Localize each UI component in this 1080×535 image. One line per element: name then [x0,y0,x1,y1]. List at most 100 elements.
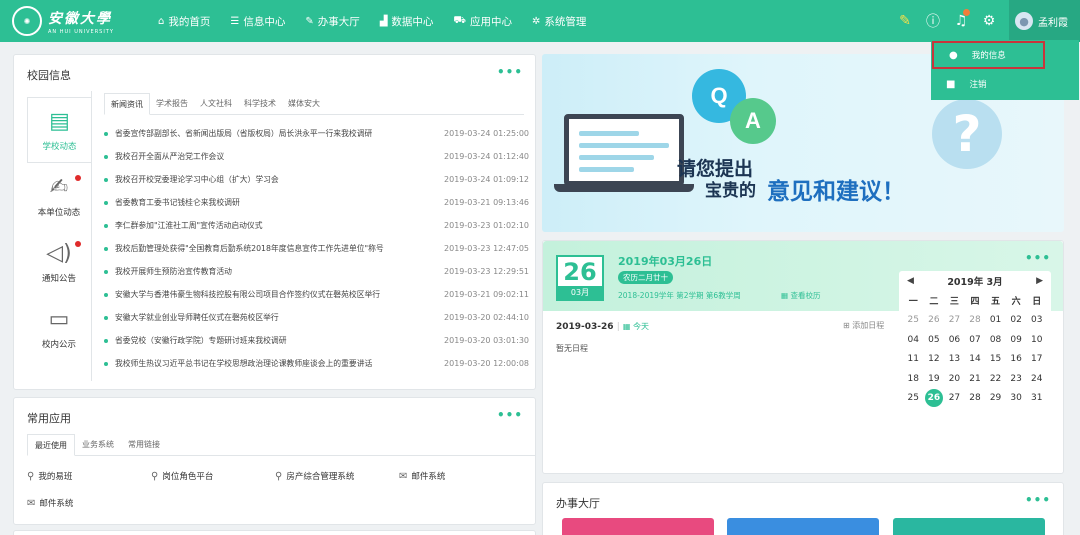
service-tile[interactable] [727,518,879,535]
calendar-day[interactable]: 08 [985,330,1006,350]
service-tile[interactable] [893,518,1045,535]
list-item[interactable]: 安徽大学与香港伟豪生物科技控股有限公司项目合作签约仪式在磬苑校区举行 2019-0… [104,283,529,306]
note-icon[interactable]: ✎ [891,0,919,42]
side-tab-unit-news[interactable]: ✍ 本单位动态 [27,163,91,229]
more-icon[interactable]: ••• [497,65,523,79]
tab-links[interactable]: 常用链接 [121,434,167,455]
news-title[interactable]: 省委教育工委书记钱桂仑来我校调研 [115,197,435,208]
calendar-day[interactable]: 01 [985,311,1006,331]
menu-logout[interactable]: ■ 注销 [931,70,1079,98]
news-title[interactable]: 省委宣传部副部长、省新闻出版局（省版权局）局长洪永平一行来我校调研 [115,128,435,139]
calendar-day[interactable]: 18 [903,369,924,389]
calendar-day[interactable]: 27 [944,389,965,409]
app-yiban[interactable]: ⚲ 我的易班 [27,470,72,483]
nav-home[interactable]: ⌂ 我的首页 [158,14,210,29]
calendar-day[interactable]: 29 [985,389,1006,409]
news-title[interactable]: 安徽大学就业创业导师聘任仪式在磬苑校区举行 [115,312,435,323]
calendar-day[interactable]: 04 [903,330,924,350]
calendar-day[interactable]: 13 [944,350,965,370]
more-icon[interactable]: ••• [1025,251,1051,265]
tab-business[interactable]: 业务系统 [75,434,121,455]
list-item[interactable]: 我校召开全面从严治党工作会议 2019-03-24 01:12:40 [104,145,529,168]
list-item[interactable]: 省委宣传部副部长、省新闻出版局（省版权局）局长洪永平一行来我校调研 2019-03… [104,122,529,145]
app-mail-system-2[interactable]: ✉ 邮件系统 [27,497,73,510]
side-tab-school-news[interactable]: ▤ 学校动态 [27,97,91,163]
today-button[interactable]: ▦ 今天 [623,322,649,331]
tab-news[interactable]: 新闻资讯 [104,93,150,115]
calendar-day[interactable]: 16 [1006,350,1027,370]
help-icon[interactable]: ⓘ [919,0,947,42]
user-menu-toggle[interactable]: ● 孟利霞 [1009,0,1080,42]
calendar-day[interactable]: 09 [1006,330,1027,350]
news-title[interactable]: 我校开展师生预防治宣传教育活动 [115,266,435,277]
calendar-day[interactable]: 11 [903,350,924,370]
calendar-day-today[interactable]: 26 [924,389,945,409]
university-logo[interactable]: ✺ 安徽大學 AN HUI UNIVERSITY [12,5,122,37]
calendar-day[interactable]: 27 [944,311,965,331]
settings-icon[interactable]: ⚙ [975,0,1003,42]
calendar-day[interactable]: 10 [1026,330,1047,350]
calendar-day[interactable]: 19 [924,369,945,389]
prev-month-button[interactable]: ◀ [907,276,914,286]
news-title[interactable]: 我校召开校党委理论学习中心组（扩大）学习会 [115,174,435,185]
calendar-day[interactable]: 03 [1026,311,1047,331]
tab-recent[interactable]: 最近使用 [27,434,75,456]
calendar-day[interactable]: 17 [1026,350,1047,370]
list-item[interactable]: 省委党校（安徽行政学院）专题研讨班来我校调研 2019-03-20 03:01:3… [104,329,529,352]
side-tab-notice[interactable]: ◁) 通知公告 [27,229,91,295]
list-item[interactable]: 安徽大学就业创业导师聘任仪式在磬苑校区举行 2019-03-20 02:44:10 [104,306,529,329]
nav-system-admin[interactable]: ✲ 系统管理 [532,14,586,29]
calendar-day[interactable]: 06 [944,330,965,350]
news-title[interactable]: 省委党校（安徽行政学院）专题研讨班来我校调研 [115,335,435,346]
menu-my-info[interactable]: ● 我的信息 [932,41,1045,69]
list-item[interactable]: 李仁群参加"江淮社工周"宣传活动启动仪式 2019-03-23 01:02:10 [104,214,529,237]
list-item[interactable]: 省委教育工委书记钱桂仑来我校调研 2019-03-21 09:13:46 [104,191,529,214]
calendar-day[interactable]: 02 [1006,311,1027,331]
calendar-day[interactable]: 20 [944,369,965,389]
calendar-day[interactable]: 12 [924,350,945,370]
calendar-day[interactable]: 21 [965,369,986,389]
list-item[interactable]: 我校师生热议习近平总书记在学校思想政治理论课教师座谈会上的重要讲话 2019-03… [104,352,529,375]
calendar-day[interactable]: 14 [965,350,986,370]
tab-media[interactable]: 媒体安大 [282,93,326,114]
nav-data-center[interactable]: ▟ 数据中心 [380,14,434,29]
calendar-day[interactable]: 05 [924,330,945,350]
next-month-button[interactable]: ▶ [1036,276,1043,286]
more-icon[interactable]: ••• [1025,493,1051,507]
calendar-day[interactable]: 24 [1026,369,1047,389]
calendar-day[interactable]: 07 [965,330,986,350]
news-title[interactable]: 我校后勤管理处获得"全国教育后勤系统2018年度信息宣传工作先进单位"称号 [115,243,435,254]
calendar-day[interactable]: 31 [1026,389,1047,409]
app-role-platform[interactable]: ⚲ 岗位角色平台 [151,470,213,483]
calendar-day[interactable]: 30 [1006,389,1027,409]
bell-icon[interactable]: ♫ [947,0,975,42]
news-title[interactable]: 安徽大学与香港伟豪生物科技控股有限公司项目合作签约仪式在磬苑校区举行 [115,289,435,300]
news-title[interactable]: 我校召开全面从严治党工作会议 [115,151,435,162]
calendar-day[interactable]: 15 [985,350,1006,370]
side-tab-public-notice[interactable]: ▭ 校内公示 [27,295,91,361]
more-icon[interactable]: ••• [497,408,523,422]
service-tile[interactable] [562,518,714,535]
nav-info-center[interactable]: ☰ 信息中心 [230,14,285,29]
calendar-day[interactable]: 25 [903,311,924,331]
calendar-day[interactable]: 28 [965,389,986,409]
tab-science[interactable]: 科学技术 [238,93,282,114]
calendar-day[interactable]: 26 [924,311,945,331]
tab-academic[interactable]: 学术报告 [150,93,194,114]
news-title[interactable]: 我校师生热议习近平总书记在学校思想政治理论课教师座谈会上的重要讲话 [115,358,435,369]
calendar-day[interactable]: 28 [965,311,986,331]
nav-app-center[interactable]: ⛟ 应用中心 [453,14,512,29]
add-schedule-button[interactable]: ⊞ 添加日程 [843,320,884,331]
calendar-day[interactable]: 25 [903,389,924,409]
view-calendar-link[interactable]: ▦ 查看校历 [781,290,820,301]
tab-humanities[interactable]: 人文社科 [194,93,238,114]
calendar-day[interactable]: 23 [1006,369,1027,389]
list-item[interactable]: 我校开展师生预防治宣传教育活动 2019-03-23 12:29:51 [104,260,529,283]
calendar-day[interactable]: 22 [985,369,1006,389]
nav-office-hall[interactable]: ✎ 办事大厅 [305,14,359,29]
list-item[interactable]: 我校后勤管理处获得"全国教育后勤系统2018年度信息宣传工作先进单位"称号 201… [104,237,529,260]
app-housing-system[interactable]: ⚲ 房产综合管理系统 [275,470,354,483]
app-mail-system[interactable]: ✉ 邮件系统 [399,470,445,483]
news-title[interactable]: 李仁群参加"江淮社工周"宣传活动启动仪式 [115,220,435,231]
list-item[interactable]: 我校召开校党委理论学习中心组（扩大）学习会 2019-03-24 01:09:12 [104,168,529,191]
